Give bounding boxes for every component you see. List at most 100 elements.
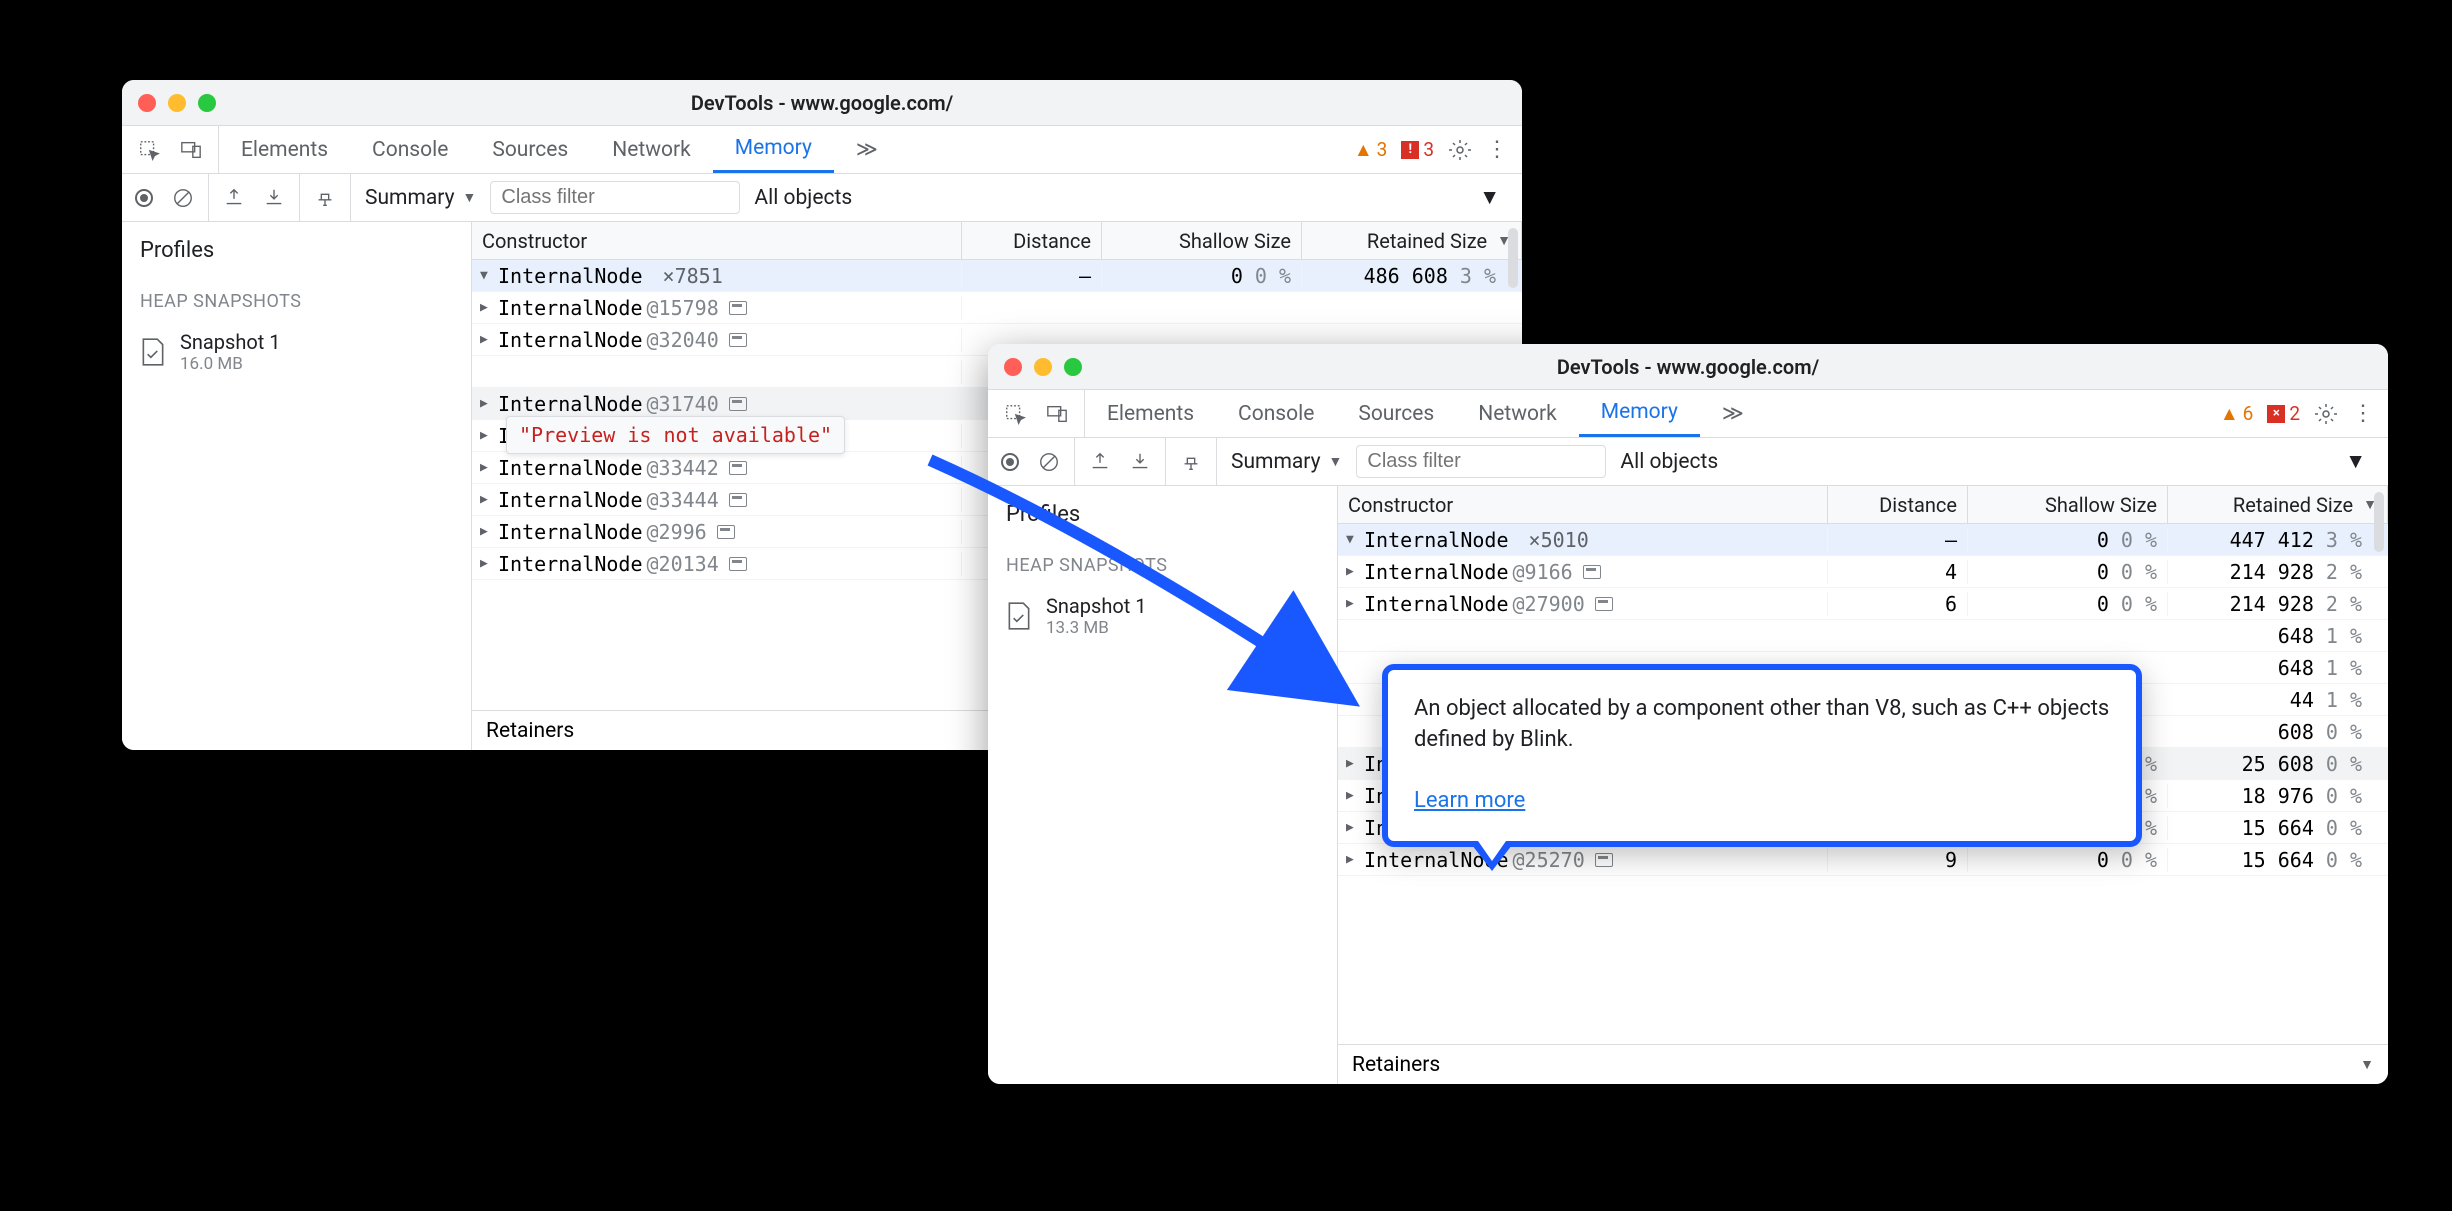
tab-sources[interactable]: Sources <box>470 126 590 173</box>
retainers-section[interactable]: Retainers▼ <box>1338 1044 2388 1084</box>
memory-toolbar: Summary▼ All objects▼ <box>988 438 2388 486</box>
open-in-panel-icon[interactable] <box>729 301 747 315</box>
table-row[interactable]: ▶ InternalNode @15798 <box>472 292 1522 324</box>
open-in-panel-icon[interactable] <box>729 333 747 347</box>
device-icon[interactable] <box>180 139 202 161</box>
popover-text: An object allocated by a component other… <box>1414 694 2110 756</box>
error-count[interactable]: × 2 <box>2267 402 2300 425</box>
more-tabs-icon[interactable]: ≫ <box>1700 390 1766 437</box>
tab-console[interactable]: Console <box>1216 390 1336 437</box>
snapshot-item[interactable]: Snapshot 1 16.0 MB <box>122 322 471 382</box>
col-retained[interactable]: Retained Size▼ <box>1302 222 1522 259</box>
table-row[interactable]: 6481 % <box>1338 620 2388 652</box>
open-in-panel-icon[interactable] <box>729 493 747 507</box>
open-in-panel-icon[interactable] <box>1595 597 1613 611</box>
tab-sources[interactable]: Sources <box>1336 390 1456 437</box>
grid-header: Constructor Distance Shallow Size Retain… <box>1338 486 2388 524</box>
col-distance[interactable]: Distance <box>962 222 1102 259</box>
window-title: DevTools - www.google.com/ <box>988 355 2388 379</box>
snapshot-name: Snapshot 1 <box>1046 594 1147 618</box>
tab-network[interactable]: Network <box>1456 390 1579 437</box>
open-in-panel-icon[interactable] <box>729 397 747 411</box>
gear-icon[interactable] <box>2314 402 2338 426</box>
device-icon[interactable] <box>1046 403 1068 425</box>
titlebar[interactable]: DevTools - www.google.com/ <box>988 344 2388 390</box>
close-icon[interactable] <box>138 94 156 112</box>
traffic-lights <box>138 94 216 112</box>
grid-header: Constructor Distance Shallow Size Retain… <box>472 222 1522 260</box>
snapshots-heading: HEAP SNAPSHOTS <box>988 537 1337 586</box>
main-tab-row: Elements Console Sources Network Memory … <box>988 390 2388 438</box>
maximize-icon[interactable] <box>198 94 216 112</box>
col-retained[interactable]: Retained Size▼ <box>2168 486 2388 523</box>
open-in-panel-icon[interactable] <box>1583 565 1601 579</box>
preview-tooltip: "Preview is not available" <box>506 416 845 454</box>
status-icons: ▲ 3 ! 3 ⋮ <box>1354 137 1522 162</box>
table-row-parent[interactable]: ▼ InternalNode ×5010 – 00 % 447 4123 % <box>1338 524 2388 556</box>
kebab-icon[interactable]: ⋮ <box>1486 137 1508 162</box>
devtools-window-2: DevTools - www.google.com/ Elements Cons… <box>988 344 2388 1084</box>
snapshot-icon <box>1006 601 1032 631</box>
minimize-icon[interactable] <box>168 94 186 112</box>
snapshot-item[interactable]: Snapshot 1 13.3 MB <box>988 586 1337 646</box>
close-icon[interactable] <box>1004 358 1022 376</box>
gc-icon[interactable] <box>314 187 336 209</box>
class-filter-input[interactable] <box>1356 445 1606 478</box>
kebab-icon[interactable]: ⋮ <box>2352 401 2374 426</box>
warning-count[interactable]: ▲ 3 <box>1354 138 1388 162</box>
snapshot-name: Snapshot 1 <box>180 330 281 354</box>
tab-leading-icons <box>122 126 219 173</box>
clear-icon[interactable] <box>172 187 194 209</box>
tab-elements[interactable]: Elements <box>1085 390 1216 437</box>
export-icon[interactable] <box>223 187 245 209</box>
tab-console[interactable]: Console <box>350 126 470 173</box>
object-scope-select[interactable]: All objects▼ <box>754 186 1510 210</box>
tab-network[interactable]: Network <box>590 126 713 173</box>
open-in-panel-icon[interactable] <box>729 557 747 571</box>
error-count[interactable]: ! 3 <box>1401 138 1434 161</box>
minimize-icon[interactable] <box>1034 358 1052 376</box>
col-distance[interactable]: Distance <box>1828 486 1968 523</box>
class-filter-input[interactable] <box>490 181 740 214</box>
open-in-panel-icon[interactable] <box>717 525 735 539</box>
warning-count[interactable]: ▲ 6 <box>2220 402 2254 426</box>
open-in-panel-icon[interactable] <box>729 461 747 475</box>
col-shallow[interactable]: Shallow Size <box>1968 486 2168 523</box>
traffic-lights <box>1004 358 1082 376</box>
table-row[interactable]: ▶ InternalNode @27900 600 %214 9282 % <box>1338 588 2388 620</box>
learn-more-link[interactable]: Learn more <box>1414 788 1525 813</box>
scrollbar[interactable] <box>2372 492 2386 1078</box>
import-icon[interactable] <box>263 187 285 209</box>
snapshot-size: 13.3 MB <box>1046 618 1147 638</box>
clear-icon[interactable] <box>1038 451 1060 473</box>
inspect-icon[interactable] <box>138 139 160 161</box>
open-in-panel-icon[interactable] <box>1595 853 1613 867</box>
info-popover: An object allocated by a component other… <box>1382 664 2142 847</box>
panel-tabs: Elements Console Sources Network Memory … <box>219 126 1354 173</box>
more-tabs-icon[interactable]: ≫ <box>834 126 900 173</box>
gear-icon[interactable] <box>1448 138 1472 162</box>
tab-memory[interactable]: Memory <box>1579 390 1700 437</box>
table-row[interactable]: ▶ InternalNode @9166 400 %214 9282 % <box>1338 556 2388 588</box>
record-icon[interactable] <box>1000 452 1020 472</box>
col-shallow[interactable]: Shallow Size <box>1102 222 1302 259</box>
col-constructor[interactable]: Constructor <box>472 222 962 259</box>
import-icon[interactable] <box>1129 451 1151 473</box>
table-row-parent[interactable]: ▼ InternalNode ×7851 – 00 % 486 6083 % <box>472 260 1522 292</box>
snapshot-size: 16.0 MB <box>180 354 281 374</box>
col-constructor[interactable]: Constructor <box>1338 486 1828 523</box>
titlebar[interactable]: DevTools - www.google.com/ <box>122 80 1522 126</box>
gc-icon[interactable] <box>1180 451 1202 473</box>
tab-memory[interactable]: Memory <box>713 126 834 173</box>
snapshots-heading: HEAP SNAPSHOTS <box>122 273 471 322</box>
object-scope-select[interactable]: All objects▼ <box>1620 450 2376 474</box>
record-icon[interactable] <box>134 188 154 208</box>
snapshot-icon <box>140 337 166 367</box>
view-select[interactable]: Summary▼ <box>1231 450 1342 474</box>
profiles-sidebar: Profiles HEAP SNAPSHOTS Snapshot 1 13.3 … <box>988 486 1338 1084</box>
inspect-icon[interactable] <box>1004 403 1026 425</box>
export-icon[interactable] <box>1089 451 1111 473</box>
maximize-icon[interactable] <box>1064 358 1082 376</box>
tab-elements[interactable]: Elements <box>219 126 350 173</box>
view-select[interactable]: Summary▼ <box>365 186 476 210</box>
